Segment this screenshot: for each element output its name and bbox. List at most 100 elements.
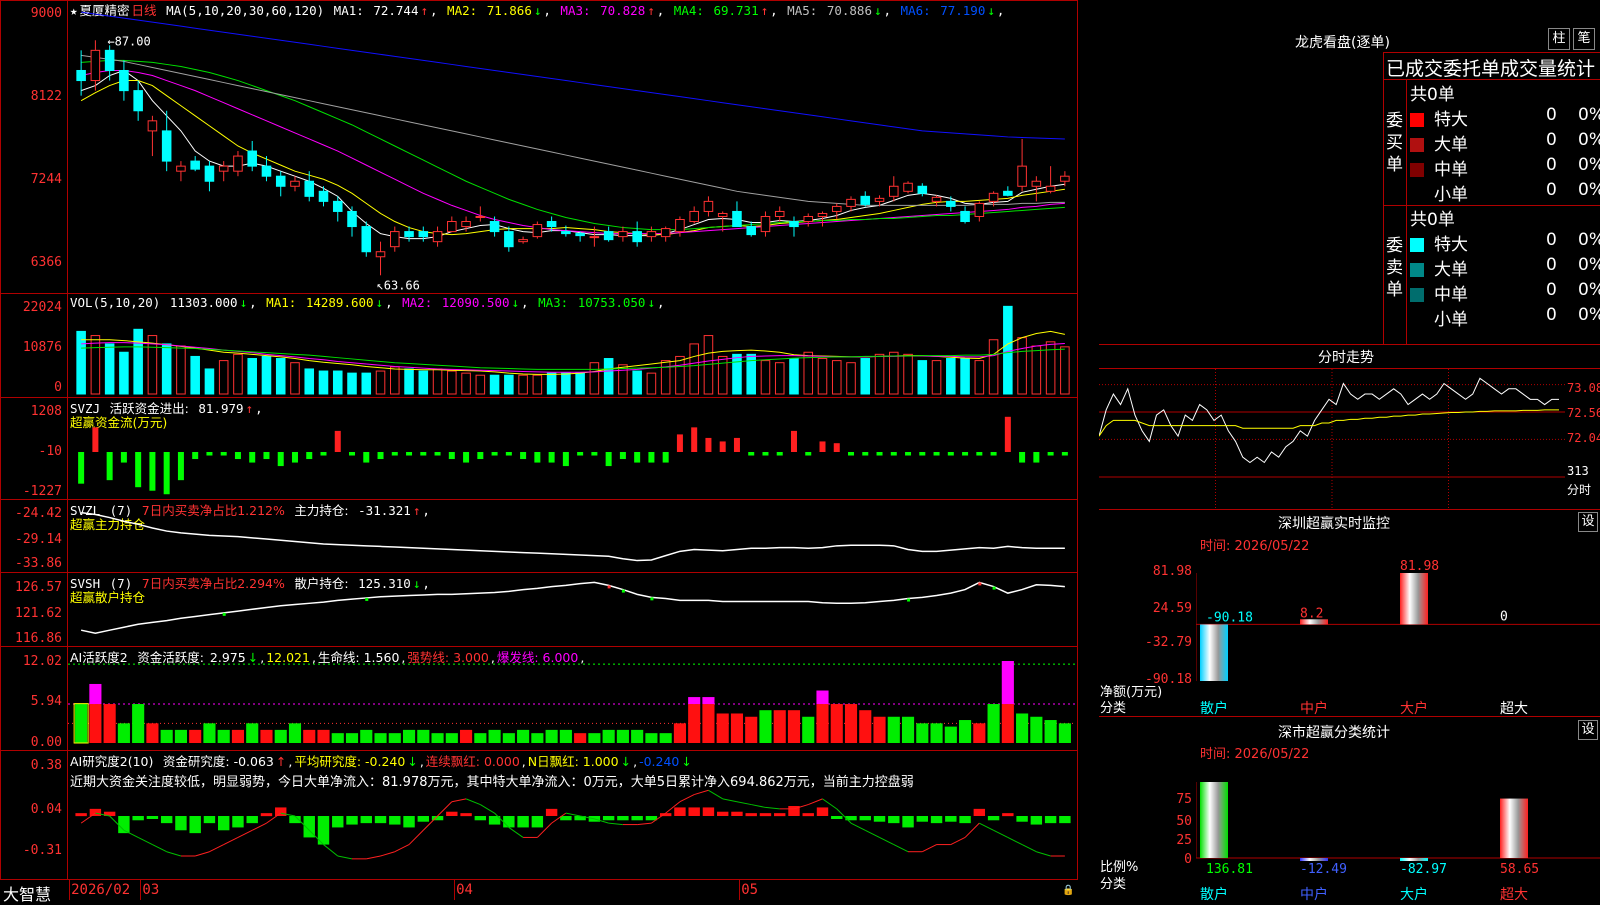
ai1-bar <box>616 729 629 743</box>
sz-class-chart[interactable]: 136.81 -12.49 -82.97 58.65 <box>1196 760 1600 885</box>
vol-bar <box>290 362 300 395</box>
bar-mode-button[interactable]: 柱 <box>1548 28 1570 50</box>
candle-up <box>447 216 457 233</box>
sz_class-value-label: -12.49 <box>1300 862 1347 877</box>
svsh-marker <box>907 598 911 602</box>
vol-bar <box>689 343 699 395</box>
buy-row-count: 0 <box>1546 105 1557 125</box>
vol-bar <box>575 372 585 395</box>
ai2-bar <box>531 816 544 828</box>
vol-bar <box>960 358 970 395</box>
candle-down <box>960 206 970 224</box>
svsh-tick: 116.86 <box>15 631 62 646</box>
sz-monitor-chart[interactable]: -90.18 8.2 81.98 0 <box>1196 555 1600 715</box>
ai1-bar <box>759 710 772 743</box>
timeline-label: 2026/02 <box>71 882 131 898</box>
ai2-bar <box>560 816 572 821</box>
ai2-line-seg <box>637 822 652 826</box>
sz_monitor-category: 大户 <box>1400 701 1428 717</box>
sz_class-bar <box>1300 858 1328 861</box>
vol-bar <box>275 358 286 395</box>
vol-bar <box>418 370 429 395</box>
ai1-bar <box>345 733 359 743</box>
order-stat-header: 已成交委托单成交量统计 <box>1386 58 1596 80</box>
sz-class-settings-button[interactable]: 设 <box>1578 720 1598 740</box>
candle-body <box>447 221 457 233</box>
svsh-marker <box>621 589 625 593</box>
svzl-line <box>81 511 1065 562</box>
candle-down <box>119 60 129 101</box>
volume-chart[interactable] <box>68 294 1076 396</box>
ai2-bar <box>460 813 472 817</box>
lock-icon[interactable]: 🔒 <box>1062 885 1074 896</box>
sell-color-swatch <box>1410 263 1424 277</box>
vol-bar <box>461 372 471 395</box>
low-label: ↖63.66 <box>377 278 420 292</box>
ai1-bar <box>830 704 843 743</box>
candle-down <box>946 196 956 212</box>
ai2-bar <box>1002 813 1014 817</box>
candle-down <box>190 156 200 172</box>
vol-bar <box>161 343 172 395</box>
svzl-chart[interactable] <box>68 500 1076 571</box>
candle-down <box>204 161 215 192</box>
candle-body <box>974 202 985 217</box>
candle-body <box>946 200 956 207</box>
vol-bar <box>846 362 856 395</box>
candle-body <box>803 215 814 223</box>
ai2-bar <box>1044 816 1057 824</box>
candle-body <box>504 231 514 248</box>
candle-body <box>988 192 999 202</box>
vol-bar <box>632 370 642 395</box>
ai2-line-seg <box>451 798 467 803</box>
vol-bar <box>133 328 143 395</box>
svzj-bar <box>463 452 470 463</box>
candle-body <box>746 226 756 236</box>
ai2-bar <box>816 807 829 816</box>
buy-row-count: 0 <box>1546 130 1557 150</box>
svzj-bar <box>933 452 940 456</box>
ai1-bar <box>431 733 444 743</box>
sz_class-category: 散户 <box>1200 887 1228 903</box>
intraday-chart[interactable] <box>1099 369 1565 508</box>
candle-down <box>504 226 514 252</box>
ai2-line-seg <box>765 806 780 810</box>
sz-monitor-title: 深圳超赢实时监控 <box>1278 516 1390 532</box>
ai2-line-seg <box>751 804 766 808</box>
ai1-bar <box>360 729 373 743</box>
ai1-bar <box>773 710 786 743</box>
ai1-bar <box>631 729 644 743</box>
tick-mode-button[interactable]: 笔 <box>1573 28 1595 50</box>
sz-class-cat-label: 分类 <box>1100 877 1127 892</box>
sz_class-tick: 50 <box>1176 814 1192 829</box>
buy-color-swatch <box>1410 138 1424 152</box>
ai2-bar <box>888 816 900 824</box>
sz_class-category: 中户 <box>1300 887 1328 903</box>
candle-up <box>660 226 671 242</box>
ma-line-magenta <box>81 69 1065 235</box>
candle-body <box>1060 175 1070 182</box>
candle-down <box>247 140 257 172</box>
ai2-line-seg <box>694 789 709 796</box>
candle-up <box>646 226 657 242</box>
svsh-chart[interactable] <box>68 573 1076 645</box>
candle-down <box>361 221 372 257</box>
vol-bar <box>104 343 115 395</box>
svzj-chart[interactable] <box>68 398 1076 498</box>
ai-research-chart[interactable] <box>68 751 1076 879</box>
price-chart[interactable]: ←87.00 ↖63.66 <box>68 0 1076 292</box>
ai1-bar <box>545 729 558 743</box>
ai1-bar <box>417 729 430 743</box>
candle-body <box>275 175 286 187</box>
candle-down <box>917 183 928 197</box>
candle-body <box>774 210 785 217</box>
ai2-bar <box>859 816 871 821</box>
ai-activity-chart[interactable] <box>68 647 1076 749</box>
svzj-bar <box>334 430 341 452</box>
svzj-bar <box>120 452 127 463</box>
candle-body <box>889 185 899 197</box>
candle-body <box>831 205 842 212</box>
sell-row-pct: 0% <box>1578 230 1600 250</box>
sz-monitor-settings-button[interactable]: 设 <box>1578 512 1598 532</box>
candle-body <box>546 221 557 228</box>
